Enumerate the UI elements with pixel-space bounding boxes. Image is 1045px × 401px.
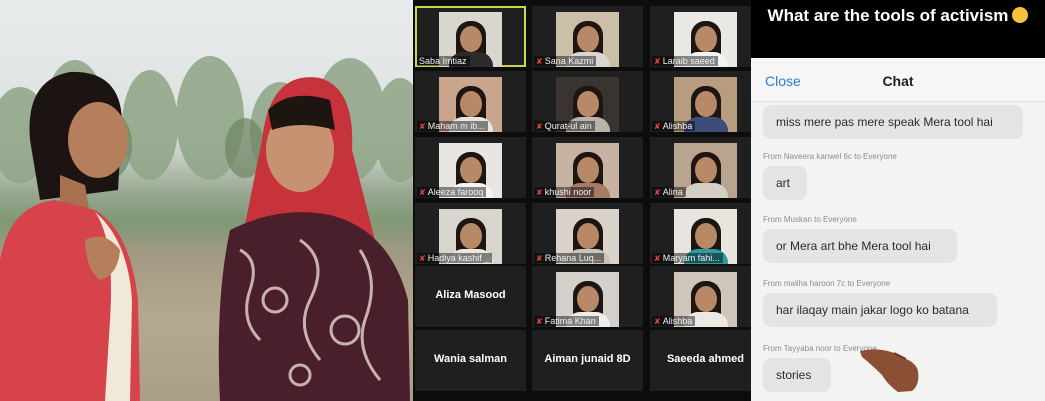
chat-title: Chat [882, 73, 914, 89]
muted-mic-icon: ✘ [654, 254, 661, 263]
participant-name-text: Sana Kazmi [544, 56, 594, 66]
participant-name-text: khushi noor [544, 187, 592, 197]
participant-tile[interactable]: ✘ Maryam fahi... [650, 203, 761, 264]
participant-face [576, 91, 599, 117]
participant-name: ✘ Alishba [652, 316, 696, 326]
participant-name: ✘ Alina [652, 187, 686, 197]
participant-name-text: Maham m ib... [427, 121, 485, 131]
participant-tile[interactable]: ✘ Aleeza farooq [415, 137, 526, 198]
participant-tile[interactable]: Wania salman [415, 330, 526, 391]
message-sender: From maliha haroon 7c to Everyone [763, 279, 891, 288]
participant-name: ✘ Hadiya kashif _ [417, 253, 493, 263]
participant-tile[interactable]: Saba Imtiaz [415, 6, 526, 67]
participant-tile[interactable]: ✘ Alina [650, 137, 761, 198]
participant-tile[interactable]: ✘ Qurat-ul ain [532, 71, 643, 132]
participant-face [576, 286, 599, 312]
participant-face [694, 286, 717, 312]
participant-name: ✘ Laraib saeed [652, 56, 718, 66]
participant-body [683, 183, 728, 198]
muted-mic-icon: ✘ [536, 188, 543, 197]
participant-name-text: Qurat-ul ain [544, 121, 592, 131]
participant-name-text: Aleeza farooq [427, 187, 484, 197]
chat-message: har ilaqay main jakar logo ko batana [763, 293, 997, 327]
muted-mic-icon: ✘ [654, 57, 661, 66]
participant-name: ✘ Maham m ib... [417, 121, 488, 131]
participant-tile[interactable]: ✘ Alishba [650, 71, 761, 132]
participant-face [459, 91, 482, 117]
participant-name: ✘ Fatima Khan [534, 316, 599, 326]
participant-tile[interactable]: ✘ Laraib saeed [650, 6, 761, 67]
participant-tile[interactable]: ✘ Hadiya kashif _ [415, 203, 526, 264]
video-call-grid: Saba Imtiaz ✘ Sana Kazmi ✘ Laraib saeed ✘ Maha… [413, 0, 761, 401]
banner-text: What are the tools of activism [767, 6, 1009, 25]
participant-name: Wania salman [434, 353, 507, 365]
participant-tile[interactable]: ✘ Maham m ib... [415, 71, 526, 132]
chat-message: miss mere pas mere speak Mera tool hai [763, 105, 1023, 139]
participant-face [576, 26, 599, 52]
participant-name: ✘ Alishba [652, 121, 696, 131]
participant-name: Aiman junaid 8D [544, 353, 631, 365]
participant-name-text: Laraib saeed [662, 56, 715, 66]
participant-name: Saeeda ahmed [666, 353, 745, 365]
muted-mic-icon: ✘ [536, 122, 543, 131]
participant-face [694, 26, 717, 52]
participant-tile[interactable]: ✘ Sana Kazmi [532, 6, 643, 67]
photo-panel [0, 0, 413, 401]
participant-tile[interactable]: ✘ Rehana Luq... [532, 203, 643, 264]
chat-header: Close Chat [751, 58, 1045, 102]
participant-name-text: Maryam fahi... [662, 253, 720, 263]
participant-name-text: Saba Imtiaz [419, 56, 467, 66]
muted-mic-icon: ✘ [419, 254, 426, 263]
thinking-face-emoji-icon [1012, 7, 1029, 23]
participant-name-text: Rehana Luq... [544, 253, 602, 263]
participant-name: Saba Imtiaz [417, 56, 470, 66]
participant-name-text: Alishba [662, 316, 693, 326]
chat-panel: What are the tools of activism Close Cha… [751, 0, 1045, 401]
participant-tile[interactable]: ✘ Alishba [650, 266, 761, 327]
participant-name: ✘ Maryam fahi... [652, 253, 723, 263]
participant-tile[interactable]: ✘ Fatima Khan [532, 266, 643, 327]
participant-tile[interactable]: Aliza Masood [415, 266, 526, 327]
participant-face [694, 157, 717, 183]
muted-mic-icon: ✘ [536, 254, 543, 263]
muted-mic-icon: ✘ [536, 317, 543, 326]
message-sender: From Muskan to Everyone [763, 215, 857, 224]
participant-face [694, 223, 717, 249]
participant-name: ✘ Qurat-ul ain [534, 121, 595, 131]
muted-mic-icon: ✘ [536, 57, 543, 66]
question-banner: What are the tools of activism [751, 0, 1045, 58]
participant-face [459, 223, 482, 249]
muted-mic-icon: ✘ [419, 188, 426, 197]
muted-mic-icon: ✘ [654, 317, 661, 326]
participant-name: ✘ Sana Kazmi [534, 56, 597, 66]
participant-face [694, 91, 717, 117]
participant-name-text: Fatima Khan [544, 316, 596, 326]
pointing-hand-icon [860, 349, 919, 392]
participant-name-text: Alina [662, 187, 683, 197]
muted-mic-icon: ✘ [419, 122, 426, 131]
participant-name: ✘ Rehana Luq... [534, 253, 605, 263]
participant-face [576, 157, 599, 183]
participant-face [459, 157, 482, 183]
participant-name-text: Alishba [662, 121, 693, 131]
chat-message: art [763, 166, 807, 200]
two-women-photo [0, 71, 410, 401]
participant-name-text: Hadiya kashif _ [427, 253, 490, 263]
participant-face [459, 26, 482, 52]
chat-message: or Mera art bhe Mera tool hai [763, 229, 957, 263]
participant-tile[interactable]: Aiman junaid 8D [532, 330, 643, 391]
chat-message: stories [763, 358, 831, 392]
muted-mic-icon: ✘ [654, 188, 661, 197]
participant-tile[interactable]: Saeeda ahmed [650, 330, 761, 391]
participant-name: ✘ Aleeza farooq [417, 187, 487, 197]
participant-name: ✘ khushi noor [534, 187, 595, 197]
participant-name: Aliza Masood [435, 289, 506, 301]
participant-face [576, 223, 599, 249]
message-sender: From Naveera kanwel 6c to Everyone [763, 152, 897, 161]
participant-tile[interactable]: ✘ khushi noor [532, 137, 643, 198]
muted-mic-icon: ✘ [654, 122, 661, 131]
